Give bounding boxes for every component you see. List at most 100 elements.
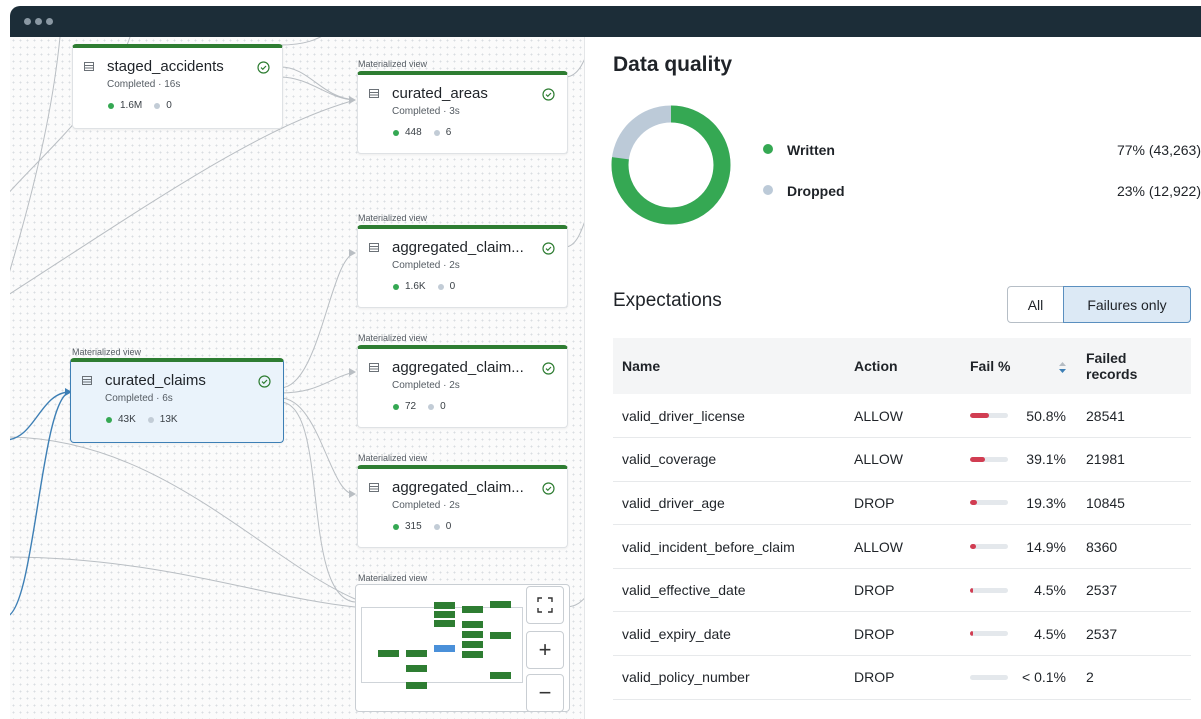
node-type-label: Materialized view (358, 453, 428, 463)
window-dot-icon[interactable] (46, 18, 53, 25)
node-type-label: Materialized view (358, 59, 428, 69)
node-name: aggregated_claim... (392, 239, 524, 256)
table-header-row: Name Action Fail % Failed records (613, 338, 1191, 394)
node-name: staged_accidents (107, 58, 224, 75)
filter-failures-only-button[interactable]: Failures only (1063, 286, 1191, 323)
minimap-node (406, 665, 427, 672)
window-dot-icon[interactable] (24, 18, 31, 25)
check-circle-icon (542, 362, 555, 375)
written-dot-icon (393, 523, 399, 530)
plus-icon: + (538, 637, 552, 662)
fit-view-button[interactable] (526, 586, 564, 624)
minimap-node (490, 632, 511, 639)
fail-bar-fill (970, 544, 976, 550)
table-row[interactable]: valid_expiry_date DROP 4.5% 2537 (613, 611, 1191, 657)
node-stats: 72 0 (393, 401, 446, 412)
node-type-label: Materialized view (358, 213, 428, 223)
table-row[interactable]: valid_effective_date DROP 4.5% 2537 (613, 568, 1191, 613)
failed-records: 10845 (1077, 481, 1191, 526)
check-circle-icon (258, 375, 271, 388)
fail-bar-fill (970, 500, 978, 506)
dropped-legend-label: Dropped (787, 183, 845, 199)
failed-records: 2537 (1077, 611, 1191, 657)
written-legend-label: Written (787, 142, 835, 158)
expectation-fail: 4.5% (961, 568, 1077, 613)
table-row[interactable]: valid_driver_license ALLOW 50.8% 28541 (613, 394, 1191, 439)
zoom-out-button[interactable]: − (526, 674, 564, 712)
node-aggregated-claims-2[interactable]: aggregated_claim... Completed · 2s 72 0 (357, 345, 568, 428)
pipeline-graph[interactable]: staged_accidents Completed · 16s 1.6M 0 … (10, 37, 584, 719)
fail-percent: 19.3% (1026, 494, 1066, 511)
table-icon (369, 243, 379, 252)
written-dot-icon (108, 102, 114, 109)
minimap-node (434, 611, 455, 618)
dropped-dot-icon (428, 403, 435, 410)
dropped-dot-icon (154, 102, 161, 109)
written-count: 43K (118, 414, 136, 425)
column-header-failed-records[interactable]: Failed records (1077, 338, 1191, 394)
expectation-name: valid_policy_number (613, 655, 845, 700)
column-header-action[interactable]: Action (845, 338, 961, 394)
fail-bar-fill (970, 456, 985, 462)
expectation-fail: < 0.1% (961, 655, 1077, 700)
dropped-dot-icon (433, 129, 440, 136)
table-row[interactable]: valid_policy_number DROP < 0.1% 2 (613, 655, 1191, 700)
node-curated-areas[interactable]: curated_areas Completed · 3s 448 6 (357, 71, 568, 154)
fail-percent: 4.5% (1034, 625, 1066, 642)
fail-percent: < 0.1% (1022, 669, 1066, 686)
node-curated-claims[interactable]: curated_claims Completed · 6s 43K 13K (70, 358, 284, 443)
expectation-fail: 50.8% (961, 394, 1077, 439)
expectation-action: DROP (845, 611, 961, 657)
node-name: aggregated_claim... (392, 479, 524, 496)
dropped-count: 0 (445, 521, 452, 532)
zoom-in-button[interactable]: + (526, 631, 564, 669)
written-legend-value: 77% (43,263) (1116, 142, 1201, 158)
node-name: aggregated_claim... (392, 359, 524, 376)
column-header-fail[interactable]: Fail % (961, 338, 1077, 394)
sort-icon[interactable] (1058, 361, 1067, 374)
table-row[interactable]: valid_coverage ALLOW 39.1% 21981 (613, 437, 1191, 482)
data-quality-title: Data quality (613, 53, 733, 76)
expectation-action: ALLOW (845, 437, 961, 482)
expectation-fail: 14.9% (961, 524, 1077, 569)
node-name: curated_areas (392, 85, 488, 102)
minus-icon: − (538, 680, 552, 705)
fail-bar (970, 413, 1008, 419)
node-staged-accidents[interactable]: staged_accidents Completed · 16s 1.6M 0 (72, 44, 283, 129)
dropped-dot-icon (433, 523, 440, 530)
minimap-node (490, 601, 511, 608)
node-status: Completed · 2s (392, 380, 460, 391)
node-aggregated-claims-1[interactable]: aggregated_claim... Completed · 2s 1.6K … (357, 225, 568, 308)
failed-records: 28541 (1077, 394, 1191, 439)
check-circle-icon (542, 242, 555, 255)
window-dot-icon[interactable] (35, 18, 42, 25)
details-panel: Data quality Written 77% (43,263) Droppe… (585, 37, 1201, 719)
table-row[interactable]: valid_driver_age DROP 19.3% 10845 (613, 481, 1191, 526)
expectation-name: valid_driver_license (613, 394, 845, 439)
expectation-name: valid_driver_age (613, 481, 845, 526)
minimap-node (490, 672, 511, 679)
title-bar (10, 6, 1201, 37)
filter-all-button[interactable]: All (1007, 286, 1064, 323)
expectation-name: valid_expiry_date (613, 611, 845, 657)
written-dot-icon (393, 129, 399, 136)
node-stats: 1.6M 0 (108, 100, 172, 111)
fail-bar (970, 587, 1008, 593)
written-count: 315 (405, 521, 422, 532)
minimap-node (434, 602, 455, 609)
dropped-count: 0 (449, 281, 456, 292)
written-legend-icon (763, 144, 773, 154)
check-circle-icon (257, 61, 270, 74)
table-row[interactable]: valid_incident_before_claim ALLOW 14.9% … (613, 524, 1191, 569)
failed-records: 8360 (1077, 524, 1191, 569)
fail-bar-fill (970, 413, 990, 419)
table-icon (84, 62, 94, 71)
fail-bar (970, 456, 1008, 462)
expectations-table: Name Action Fail % Failed records valid_… (613, 338, 1191, 700)
written-count: 1.6M (120, 100, 143, 111)
expectation-fail: 39.1% (961, 437, 1077, 482)
node-aggregated-claims-3[interactable]: aggregated_claim... Completed · 2s 315 0 (357, 465, 568, 548)
column-header-name[interactable]: Name (613, 338, 845, 394)
fail-percent: 14.9% (1026, 538, 1066, 555)
written-dot-icon (106, 416, 112, 423)
